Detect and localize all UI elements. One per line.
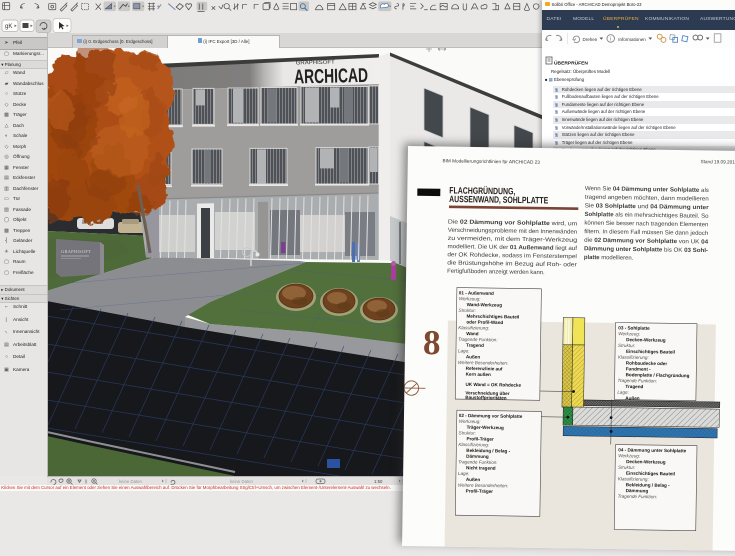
svg-text:Außen: Außen xyxy=(466,354,481,359)
svg-text:AUSSENWAND, SOHLPLATTE: AUSSENWAND, SOHLPLATTE xyxy=(449,194,548,205)
svg-text:02 - Dämmung vor Sohlplatte: 02 - Dämmung vor Sohlplatte xyxy=(459,412,523,418)
svg-text:Kern außen: Kern außen xyxy=(466,371,492,376)
svg-text:Struktur:: Struktur: xyxy=(618,342,636,347)
svg-text:BIM Modellierungsrichtlinien f: BIM Modellierungsrichtlinien für ARCHICA… xyxy=(443,158,541,164)
svg-text:Bekleidung / Belag -: Bekleidung / Belag - xyxy=(626,482,670,488)
svg-text:Nicht tragend: Nicht tragend xyxy=(466,465,496,470)
svg-text:04 - Dämmung unter Sohlplatte: 04 - Dämmung unter Sohlplatte xyxy=(619,447,687,453)
svg-text:8: 8 xyxy=(423,323,441,362)
svg-text:Wand: Wand xyxy=(466,331,479,336)
svg-text:Klassifizierung:: Klassifizierung: xyxy=(459,441,491,446)
svg-text:Lage:: Lage: xyxy=(458,348,470,353)
svg-text:Rohbaudecke oder: Rohbaudecke oder xyxy=(626,360,668,366)
svg-text:Wenn Sie 04 Dämmung unter Sohl: Wenn Sie 04 Dämmung unter Sohlplatte als xyxy=(585,186,709,194)
svg-text:Außen: Außen xyxy=(466,476,481,481)
svg-text:Träger-Werkzeug: Träger-Werkzeug xyxy=(467,424,504,430)
svg-text:Tragende Funktion:: Tragende Funktion: xyxy=(618,493,658,499)
svg-text:UK Wand = OK Rohdecke: UK Wand = OK Rohdecke xyxy=(466,381,522,387)
svg-text:Fertigfußboden anzeigt werden: Fertigfußboden anzeigt werden kann. xyxy=(447,268,545,275)
svg-text:01 - Außenwand: 01 - Außenwand xyxy=(459,290,494,296)
svg-text:ARCHICAD: ARCHICAD xyxy=(294,65,368,89)
svg-text:GRAPHISOFT: GRAPHISOFT xyxy=(61,249,91,254)
svg-text:Klassifizierung:: Klassifizierung: xyxy=(618,476,650,481)
svg-text:die Brüstungshöhe im Bezug auf: die Brüstungshöhe im Bezug auf Roh- oder xyxy=(448,260,578,268)
svg-text:Tragend: Tragend xyxy=(466,342,484,347)
svg-text:Einschichtiges Bauteil: Einschichtiges Bauteil xyxy=(626,348,675,354)
svg-text:tragend angeben möchten, dann: tragend angeben möchten, dann modelliere… xyxy=(585,194,709,202)
svg-text:Klassifizierung:: Klassifizierung: xyxy=(459,325,491,330)
svg-text:Informationen: Informationen xyxy=(618,37,646,42)
svg-text:oder Profil-Wand: oder Profil-Wand xyxy=(467,319,504,325)
svg-text:modelliert. Die UK der 01 Auße: modelliert. Die UK der 01 Außenwand lieg… xyxy=(448,244,578,252)
svg-text:Werkzeug:: Werkzeug: xyxy=(618,331,641,336)
svg-text:1:50: 1:50 xyxy=(374,479,383,484)
svg-text:Wand-Werkzeug: Wand-Werkzeug xyxy=(467,302,503,308)
svg-text:Lage:: Lage: xyxy=(458,470,470,475)
svg-text:03 - Sohlplatte: 03 - Sohlplatte xyxy=(619,325,651,330)
svg-text:Drehen: Drehen xyxy=(582,37,597,42)
svg-text:gK: gK xyxy=(5,24,12,30)
svg-text:Werkzeug:: Werkzeug: xyxy=(459,296,482,301)
svg-text:die 02 Dämmung vor Sohlplatte: die 02 Dämmung vor Sohlplatte von UK 04 xyxy=(584,237,709,245)
svg-text:Profil-Träger: Profil-Träger xyxy=(467,436,495,441)
svg-text:Struktur:: Struktur: xyxy=(618,464,636,469)
svg-text:Werkzeug:: Werkzeug: xyxy=(459,418,482,423)
svg-text:Lage:: Lage: xyxy=(618,389,630,394)
svg-text:Klassifizierung:: Klassifizierung: xyxy=(618,354,650,359)
svg-text:Werkzeug:: Werkzeug: xyxy=(618,453,641,458)
svg-text:Außen: Außen xyxy=(626,395,641,400)
svg-text:platte modellieren.: platte modellieren. xyxy=(584,254,634,261)
svg-text:Weitere Besonderheiten:: Weitere Besonderheiten: xyxy=(458,359,509,365)
svg-text:Dämmung unter Sohlplatte bis O: Dämmung unter Sohlplatte bis OK 03 Sohl- xyxy=(584,246,708,254)
svg-text:Tragende Funktion:: Tragende Funktion: xyxy=(618,377,658,383)
svg-text:Tragend: Tragend xyxy=(626,383,644,388)
svg-text:Bodenplatte / Flachgründung: Bodenplatte / Flachgründung xyxy=(626,372,690,378)
svg-text:Weitere Besonderheiten:: Weitere Besonderheiten: xyxy=(458,482,509,488)
svg-text:Verschneidungsprobleme mit den: Verschneidungsprobleme mit den Innenwänd… xyxy=(448,227,578,235)
svg-text:ÜBERPRÜFEN: ÜBERPRÜFEN xyxy=(554,60,588,67)
svg-text:i: i xyxy=(610,37,611,43)
svg-text:Sie 03 Sohlplatte und 04 Dämmu: Sie 03 Sohlplatte und 04 Dämmung unter xyxy=(585,203,710,211)
svg-text:können Sie besser nach tragend: können Sie besser nach tragenden Element… xyxy=(585,220,709,228)
svg-text:Mehrschichtiges Bauteil: Mehrschichtiges Bauteil xyxy=(467,313,520,319)
svg-text:filtern. In diesem Fall müssen: filtern. In diesem Fall müssen Sie dann … xyxy=(584,229,708,237)
svg-text:Struktur:: Struktur: xyxy=(459,307,477,312)
svg-text:Tragende Funktion:: Tragende Funktion: xyxy=(458,459,498,465)
svg-text:Stand 19.09.2019: Stand 19.09.2019 xyxy=(701,159,735,165)
svg-text:Fundment -: Fundment - xyxy=(626,366,652,371)
svg-text:Einschichtiges Bauteil: Einschichtiges Bauteil xyxy=(626,470,675,476)
svg-text:Struktur:: Struktur: xyxy=(459,430,477,435)
svg-text:Die 02 Dämmung vor Sohlplatte: Die 02 Dämmung vor Sohlplatte wird, um xyxy=(448,219,578,227)
svg-text:der OK Rohdecke, sodass im Fen: der OK Rohdecke, sodass im Fensterstempe… xyxy=(448,252,578,260)
svg-text:keine Daten: keine Daten xyxy=(230,479,254,484)
svg-text:Decken-Werkzeug: Decken-Werkzeug xyxy=(626,459,666,465)
svg-text:zu vermeiden, mit dem Träger-W: zu vermeiden, mit dem Träger-Werkzeug xyxy=(448,235,578,243)
svg-text:Decken-Werkzeug: Decken-Werkzeug xyxy=(626,337,666,343)
svg-text:Sohlplatte als ein mehrschicht: Sohlplatte als ein mehrschichtiges Baute… xyxy=(585,211,710,219)
svg-text:Dämmung: Dämmung xyxy=(626,488,649,493)
svg-text:keine Daten: keine Daten xyxy=(119,479,143,484)
svg-text:Referenzlinie auf: Referenzlinie auf xyxy=(466,365,503,371)
svg-text:Bekleidung / Belag -: Bekleidung / Belag - xyxy=(467,447,511,453)
svg-text:Dämmung: Dämmung xyxy=(466,453,489,458)
svg-text:Baustoffprioritäten: Baustoffprioritäten xyxy=(466,394,508,400)
svg-text:Tragende Funktion:: Tragende Funktion: xyxy=(458,336,498,342)
